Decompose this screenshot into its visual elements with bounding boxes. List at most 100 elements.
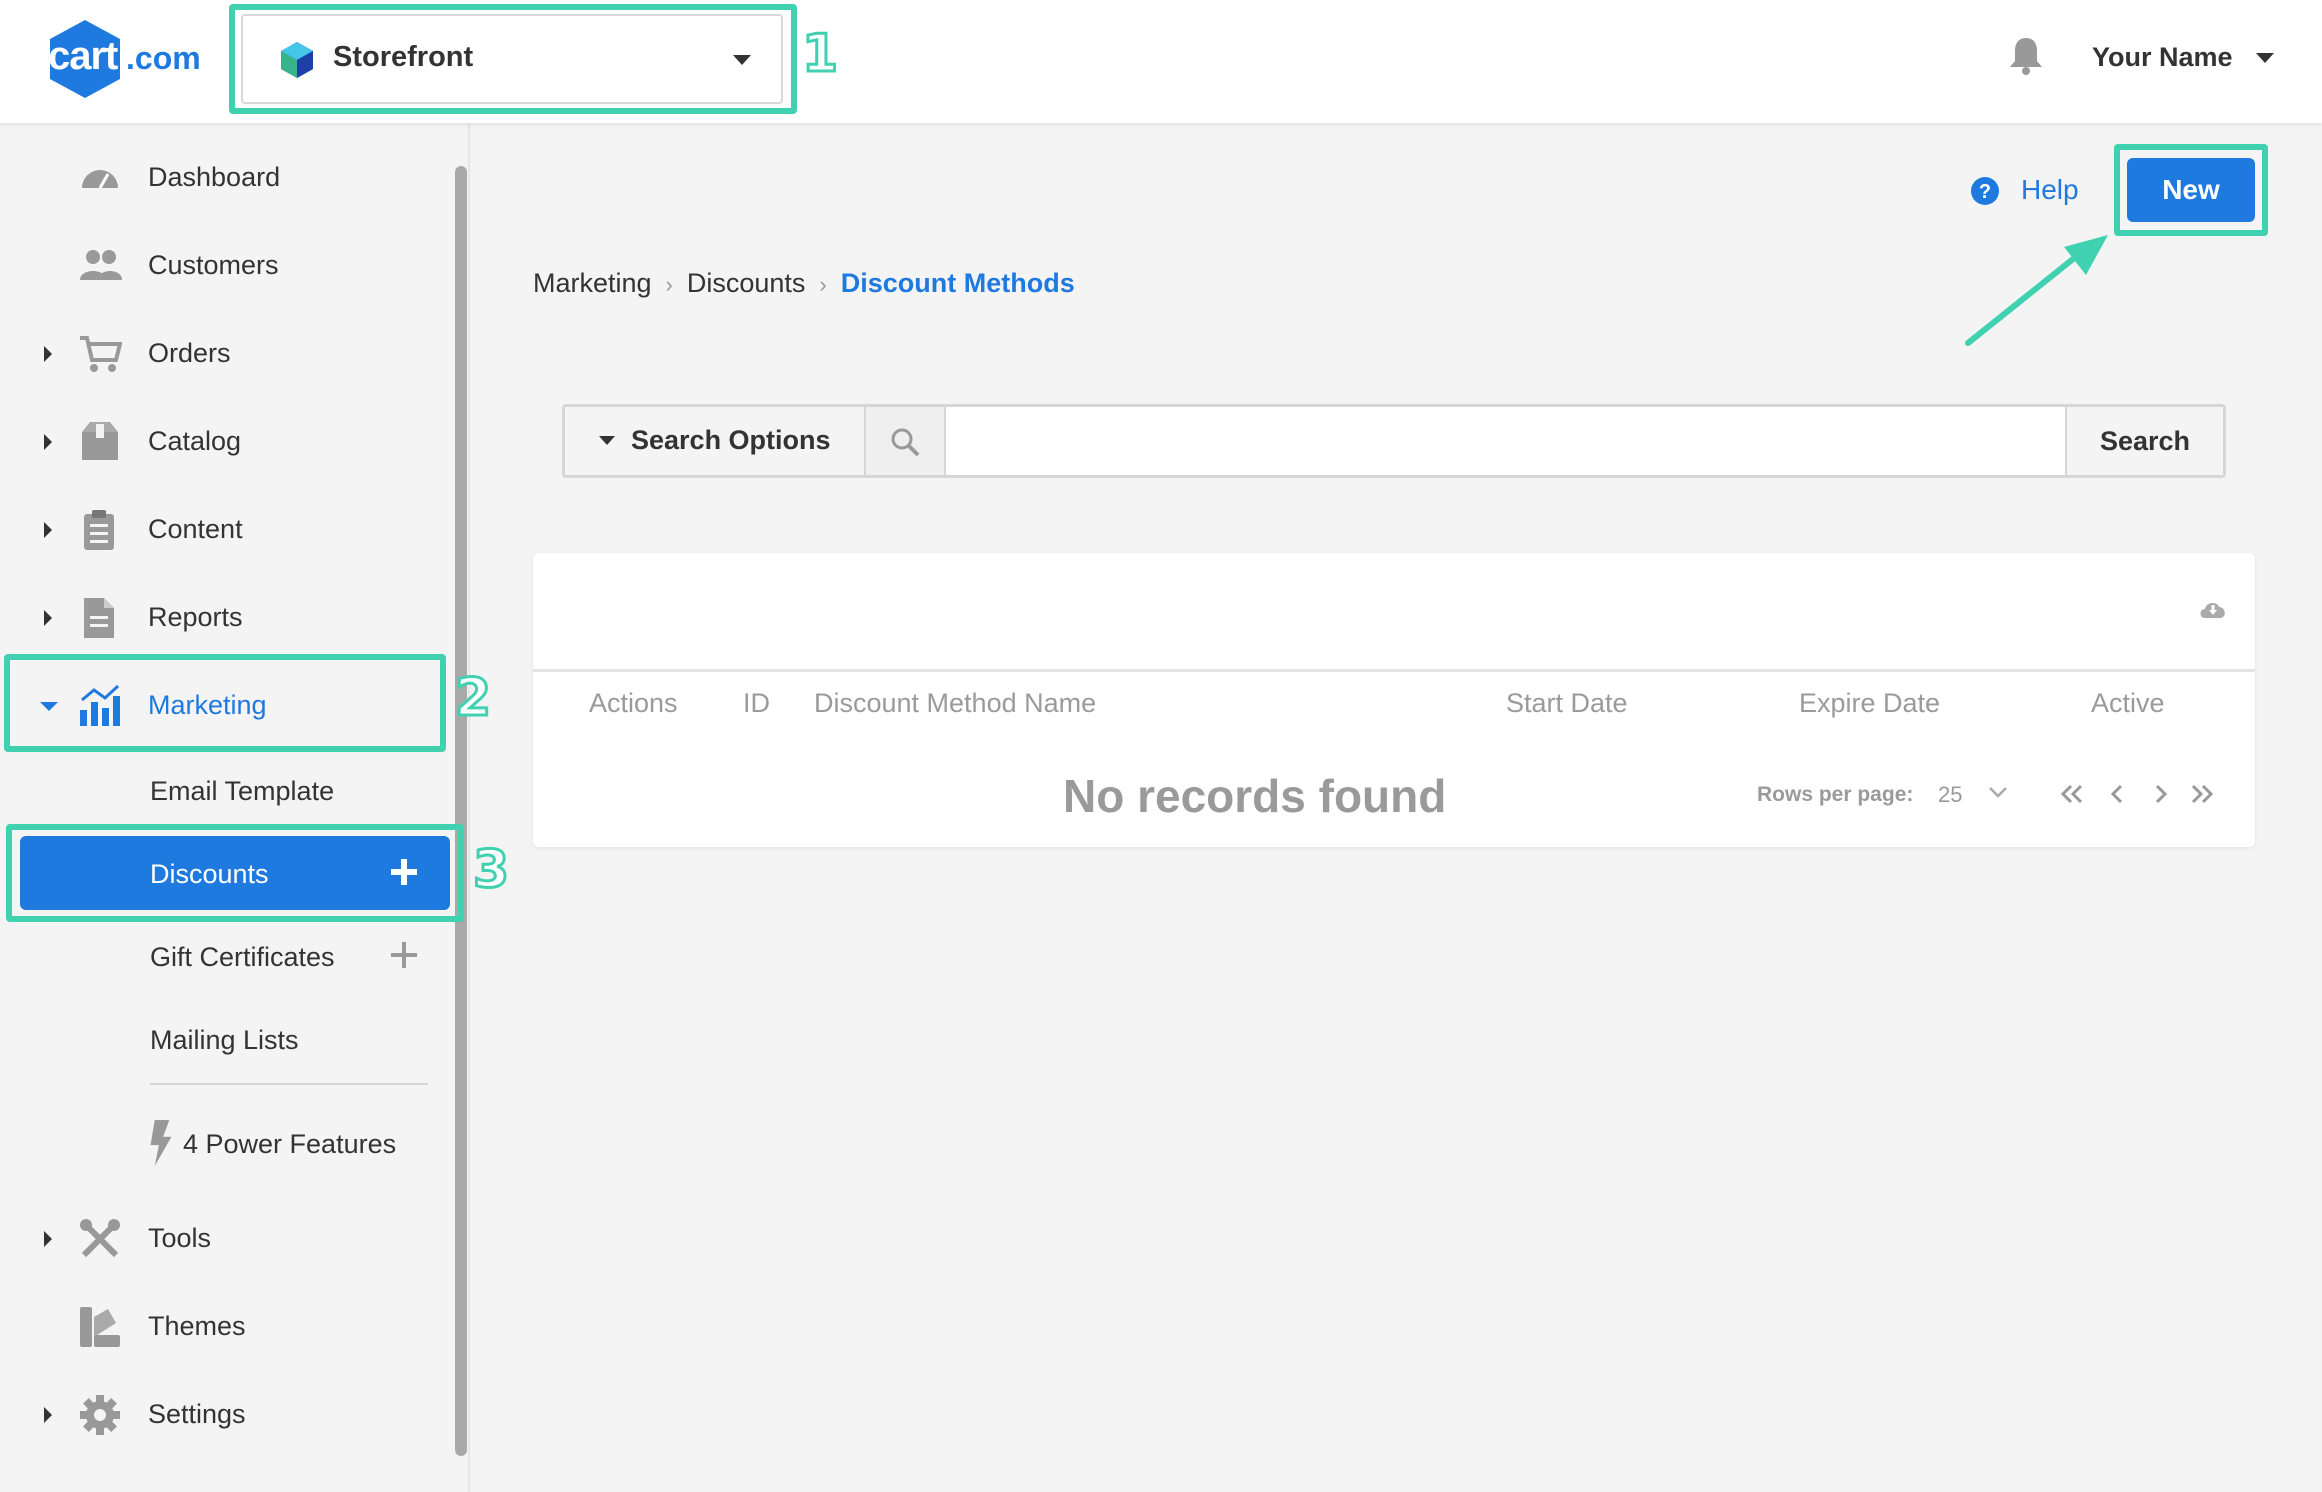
sidebar-item-tools[interactable]: Tools bbox=[0, 1203, 450, 1273]
logo-suffix: .com bbox=[126, 40, 201, 76]
lightning-bolt-icon bbox=[150, 1120, 172, 1166]
next-page-icon[interactable] bbox=[2145, 781, 2175, 807]
no-records-message: No records found bbox=[1063, 770, 1447, 822]
search-options-label: Search Options bbox=[631, 425, 831, 455]
sidebar-item-label: Themes bbox=[148, 1311, 246, 1341]
sidebar-item-reports[interactable]: Reports bbox=[0, 582, 450, 652]
power-features-label: 4 Power Features bbox=[183, 1129, 397, 1159]
svg-text:?: ? bbox=[1979, 181, 1991, 203]
sidebar-item-customers[interactable]: Customers bbox=[0, 230, 450, 300]
search-bar: Search Options Search bbox=[562, 404, 2226, 478]
column-header-discount-method-name[interactable]: Discount Method Name bbox=[814, 688, 1096, 719]
first-page-icon[interactable] bbox=[2057, 781, 2087, 807]
chevron-down-icon bbox=[599, 436, 615, 445]
cart-com-logo[interactable]: cart .com bbox=[44, 18, 204, 100]
top-bar: cart .com Storefront Your Name bbox=[0, 0, 2322, 123]
add-discount-plus-icon[interactable] bbox=[388, 856, 420, 888]
notification-bell-icon[interactable] bbox=[2006, 34, 2046, 76]
rows-per-page-select[interactable]: 25 bbox=[1938, 782, 1962, 808]
sidebar-item-marketing[interactable]: Marketing bbox=[0, 670, 450, 740]
column-header-actions: Actions bbox=[589, 688, 678, 718]
dashboard-icon bbox=[82, 170, 118, 189]
breadcrumb-separator-icon: › bbox=[665, 272, 673, 297]
sidebar-subitem-label: Email Template bbox=[150, 776, 335, 806]
sidebar-item-label: Catalog bbox=[148, 426, 242, 456]
last-page-icon[interactable] bbox=[2187, 781, 2217, 807]
help-question-icon[interactable]: ? bbox=[1970, 176, 2000, 206]
sidebar-item-catalog[interactable]: Catalog bbox=[0, 406, 450, 476]
cloud-download-icon[interactable] bbox=[2198, 598, 2228, 620]
column-header-active[interactable]: Active bbox=[2091, 688, 2165, 719]
column-header-id[interactable]: ID bbox=[743, 688, 770, 719]
sidebar-item-label: Orders bbox=[148, 338, 231, 368]
chevron-down-icon[interactable] bbox=[2256, 53, 2274, 63]
chevron-down-icon[interactable] bbox=[1988, 785, 2008, 799]
search-icon bbox=[891, 428, 920, 457]
chevron-right-icon bbox=[44, 1231, 52, 1247]
storefront-cube-icon bbox=[281, 42, 313, 78]
sidebar-subitem-label: Gift Certificates bbox=[150, 942, 335, 972]
power-features-link[interactable]: 4 Power Features bbox=[20, 1106, 450, 1180]
sidebar-subitem-email-template[interactable]: Email Template bbox=[20, 753, 450, 827]
sidebar-item-label: Settings bbox=[148, 1399, 246, 1429]
sidebar-item-label: Content bbox=[148, 514, 243, 544]
sidebar-item-label: Marketing bbox=[148, 690, 267, 720]
sidebar-subitem-label: Mailing Lists bbox=[150, 1025, 299, 1055]
breadcrumb-discount-methods: Discount Methods bbox=[840, 268, 1075, 298]
sidebar-item-settings[interactable]: Settings bbox=[0, 1379, 450, 1449]
sidebar-scrollbar[interactable] bbox=[455, 166, 467, 1456]
annotation-number-3: 3 bbox=[471, 840, 510, 900]
store-selector-label: Storefront bbox=[333, 41, 474, 73]
breadcrumb-discounts[interactable]: Discounts bbox=[687, 268, 806, 298]
sidebar-item-label: Tools bbox=[148, 1223, 212, 1253]
annotation-arrow bbox=[1965, 235, 2108, 346]
sidebar-subitem-gift-certificates[interactable]: Gift Certificates bbox=[20, 919, 450, 993]
annotation-number-2: 2 bbox=[453, 668, 492, 728]
search-button[interactable]: Search bbox=[2065, 407, 2223, 475]
logo-text: cart bbox=[48, 34, 118, 78]
chevron-right-icon bbox=[44, 346, 52, 362]
customers-icon bbox=[80, 250, 122, 280]
chevron-right-icon bbox=[44, 522, 52, 538]
table-header-rule bbox=[533, 669, 2255, 672]
new-discount-method-button[interactable]: New bbox=[2127, 158, 2255, 222]
sidebar-item-themes[interactable]: Themes bbox=[0, 1291, 450, 1361]
sidebar-item-label: Customers bbox=[148, 250, 279, 280]
breadcrumb-marketing[interactable]: Marketing bbox=[533, 268, 652, 298]
sidebar-subitem-mailing-lists[interactable]: Mailing Lists bbox=[20, 1002, 450, 1076]
rows-per-page-label: Rows per page: bbox=[1757, 783, 1914, 806]
sidebar-subitem-label: Discounts bbox=[150, 859, 269, 889]
sidebar-subitem-discounts[interactable]: Discounts bbox=[20, 836, 450, 910]
cart-icon bbox=[80, 336, 122, 372]
store-selector[interactable]: Storefront bbox=[241, 14, 783, 104]
chevron-right-icon bbox=[44, 1407, 52, 1423]
column-header-expire-date[interactable]: Expire Date bbox=[1799, 688, 1940, 719]
search-options-toggle[interactable]: Search Options bbox=[565, 407, 866, 475]
sidebar-item-content[interactable]: Content bbox=[0, 494, 450, 564]
swatch-icon bbox=[80, 1307, 120, 1347]
tools-icon bbox=[80, 1219, 120, 1258]
document-icon bbox=[84, 598, 114, 638]
annotation-number-1: 1 bbox=[800, 24, 839, 84]
gear-icon bbox=[80, 1395, 120, 1435]
previous-page-icon[interactable] bbox=[2103, 781, 2133, 807]
chevron-down-icon bbox=[40, 702, 58, 711]
user-menu[interactable]: Your Name bbox=[2092, 42, 2233, 73]
column-header-start-date[interactable]: Start Date bbox=[1506, 688, 1628, 719]
sidebar-item-orders[interactable]: Orders bbox=[0, 318, 450, 388]
clipboard-icon bbox=[84, 510, 114, 550]
chevron-down-icon bbox=[733, 55, 751, 65]
breadcrumb: Marketing › Discounts › Discount Methods bbox=[533, 268, 1075, 302]
sidebar-item-dashboard[interactable]: Dashboard bbox=[0, 142, 450, 212]
help-link[interactable]: Help bbox=[2021, 174, 2079, 206]
sidebar-item-label: Reports bbox=[148, 602, 243, 632]
sidebar-item-label: Dashboard bbox=[148, 162, 281, 192]
breadcrumb-separator-icon: › bbox=[819, 272, 827, 297]
chart-icon bbox=[80, 684, 120, 726]
add-gift-certificate-plus-icon[interactable] bbox=[388, 939, 420, 971]
search-input[interactable] bbox=[948, 407, 2068, 475]
discount-methods-table: Actions ID Discount Method Name Start Da… bbox=[533, 553, 2255, 847]
box-icon bbox=[82, 422, 118, 460]
chevron-right-icon bbox=[44, 610, 52, 626]
chevron-right-icon bbox=[44, 434, 52, 450]
